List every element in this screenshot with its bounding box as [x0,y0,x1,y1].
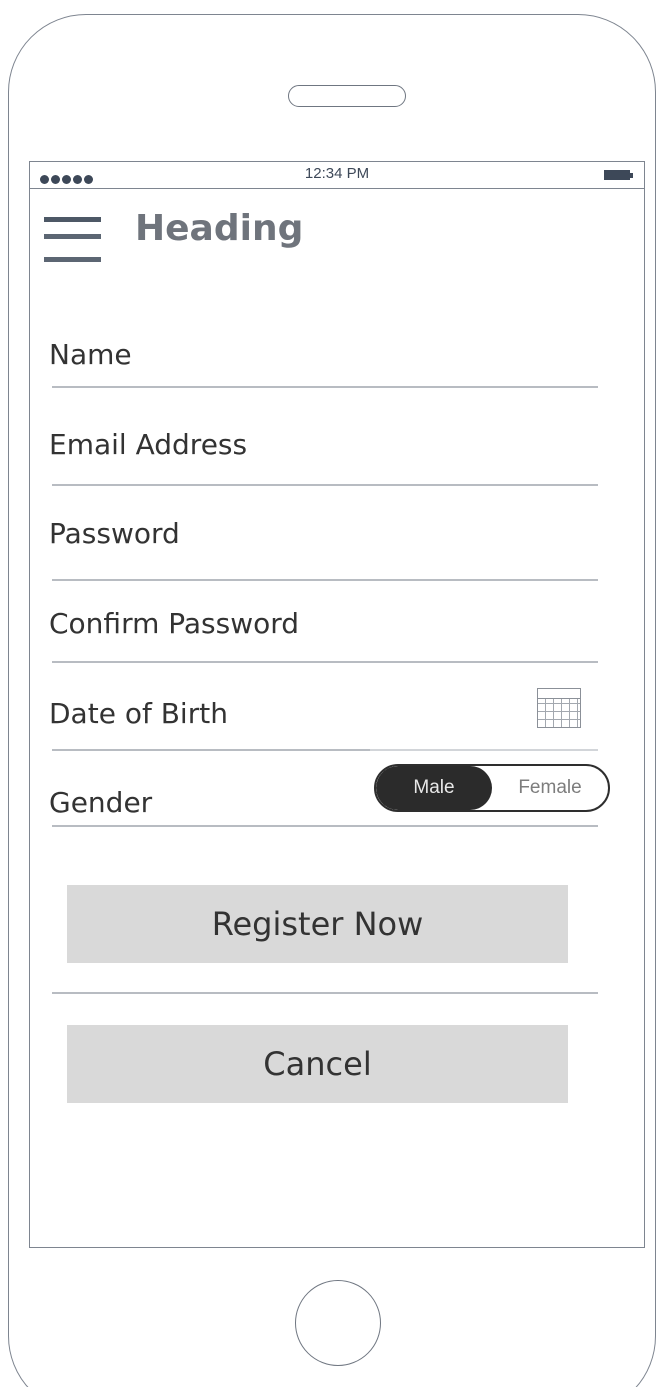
password-field[interactable]: Password [49,517,180,550]
password-field-underline [52,579,598,581]
gender-label: Gender [49,786,153,819]
status-time: 12:34 PM [304,165,370,182]
gender-field-underline [52,825,598,827]
name-field-underline [52,386,598,388]
gender-option-male[interactable]: Male [376,766,492,810]
divider [52,992,598,994]
date-of-birth-field-underline-right [370,749,598,751]
confirm-password-field-underline [52,661,598,663]
hamburger-menu-icon[interactable] [44,217,101,267]
page-title: Heading [135,208,304,249]
email-field-underline [52,484,598,486]
battery-icon [604,170,633,180]
email-field[interactable]: Email Address [49,428,247,461]
status-bar: 12:34 PM [30,162,644,189]
calendar-icon[interactable] [537,688,581,728]
gender-toggle[interactable]: Male Female [374,764,610,812]
speaker-slot [288,85,406,107]
cancel-button[interactable]: Cancel [67,1025,568,1103]
app-screen: 12:34 PM Heading Name Email Address Pass… [29,161,645,1248]
name-field[interactable]: Name [49,338,132,371]
home-button[interactable] [295,1280,381,1366]
date-of-birth-field[interactable]: Date of Birth [49,697,228,730]
gender-option-female[interactable]: Female [492,766,608,810]
register-now-button[interactable]: Register Now [67,885,568,963]
confirm-password-field[interactable]: Confirm Password [49,607,299,640]
date-of-birth-field-underline [52,749,370,751]
